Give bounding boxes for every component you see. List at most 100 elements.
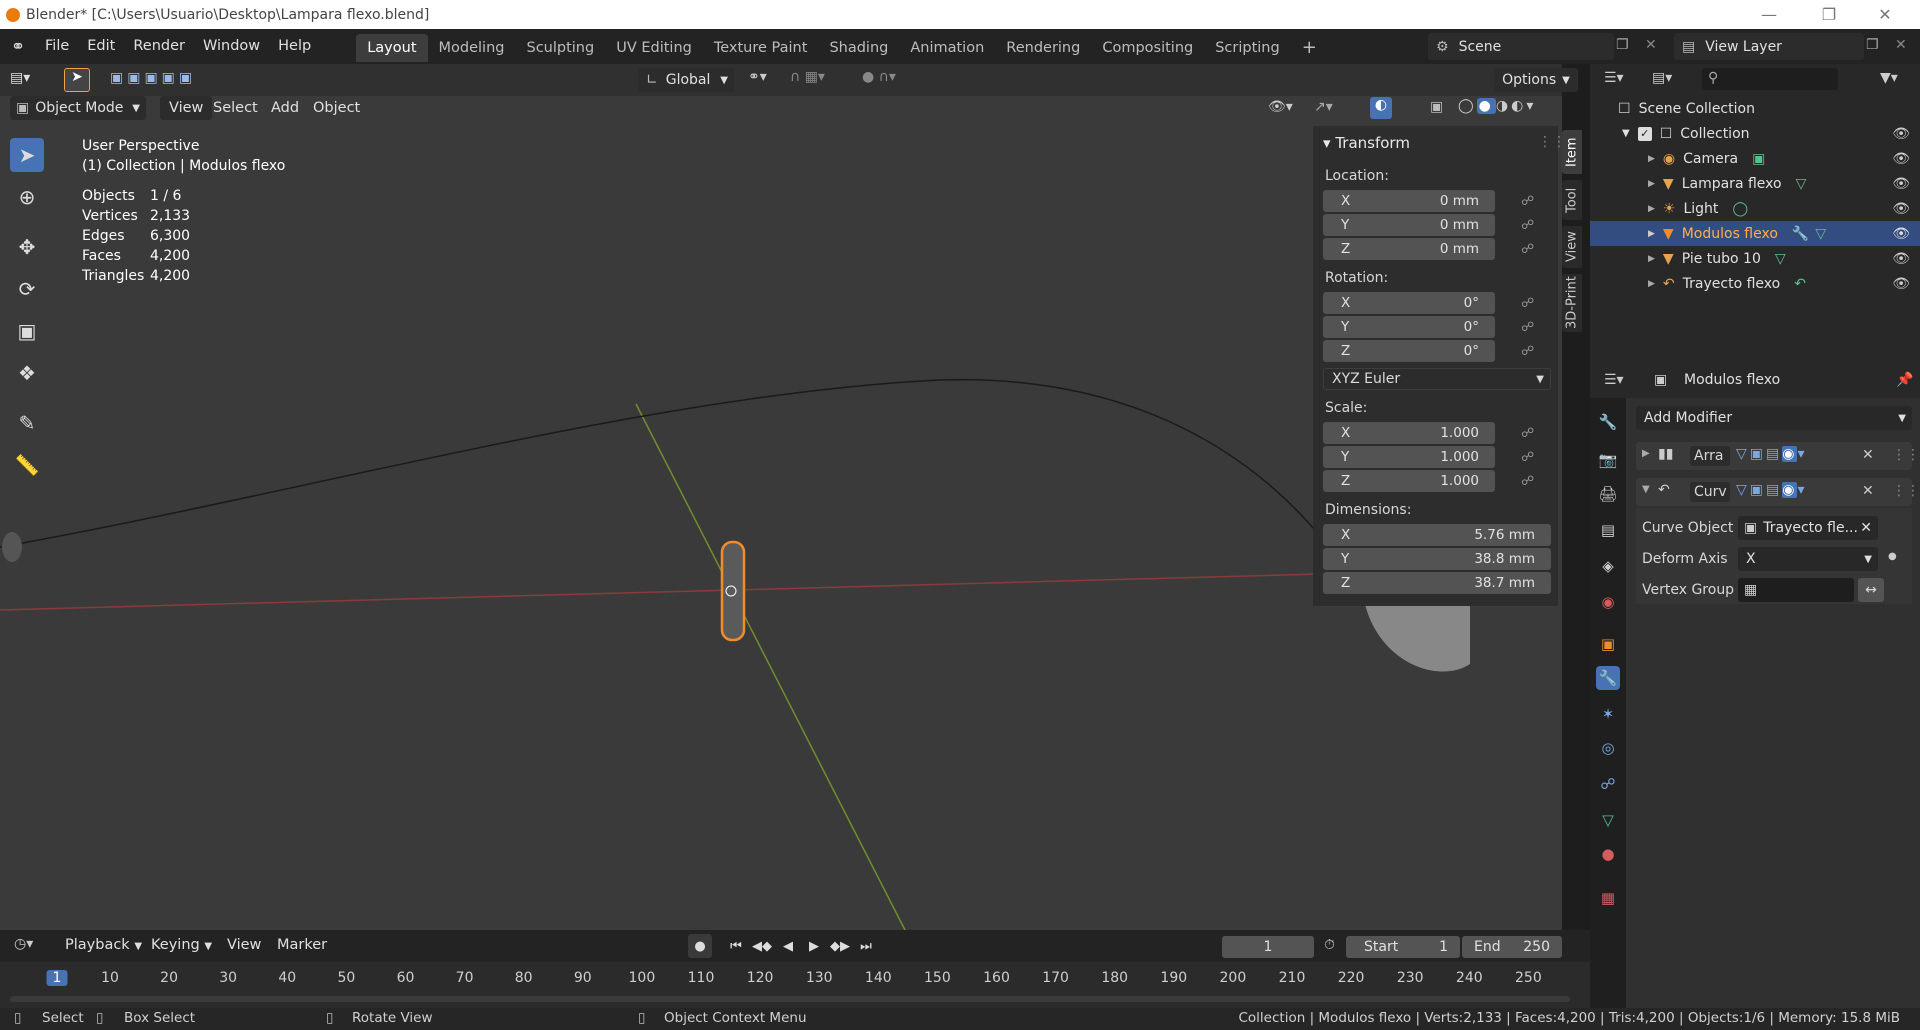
tab-item[interactable]: Item [1562,130,1582,174]
close-window-button[interactable]: ✕ [1862,0,1908,29]
play-reverse-icon[interactable]: ◀ [776,934,800,958]
filter-icon[interactable]: ▼▾ [1880,70,1898,86]
checkbox-icon[interactable]: ✓ [1637,126,1652,141]
select-tool-icon[interactable]: ➤ [64,68,90,92]
physics-properties-icon[interactable]: ◎ [1596,736,1620,760]
location-y-field[interactable]: Y 0 mm [1323,214,1495,236]
overlays-icon[interactable]: ◐ [1370,97,1392,119]
outliner-search-input[interactable]: ⚲ [1702,68,1838,90]
dimensions-x-field[interactable]: X 5.76 mm [1323,524,1551,546]
modifier-toggle-icons[interactable]: ▽▣▤◉▾ [1736,482,1807,498]
scale-y-field[interactable]: Y 1.000 [1323,446,1495,468]
jump-start-icon[interactable]: ⏮ [724,934,748,958]
properties-editor-icon[interactable]: ☰▾ [1604,372,1624,388]
view-layer-selector[interactable]: ▤ View Layer [1674,33,1864,60]
pivot-point-icon[interactable]: ⚭▾ [748,69,767,85]
stopwatch-icon[interactable]: ⏱ [1324,937,1335,953]
annotate-tool-icon[interactable]: ✎ [10,406,44,440]
eye-icon[interactable]: 👁 [1892,126,1910,142]
end-frame-field[interactable]: End 250 [1462,936,1562,958]
object-data-properties-icon[interactable]: ▽ [1596,808,1620,832]
eye-icon[interactable]: 👁 [1892,226,1910,242]
mode-dropdown[interactable]: ▣ Object Mode ▼ [10,96,146,120]
eye-icon[interactable]: 👁 [1892,276,1910,292]
texture-properties-icon[interactable]: ▦ [1596,886,1620,910]
menu-file[interactable]: File [36,29,78,64]
lock-icon[interactable]: ☍ [1521,242,1539,257]
expand-arrow-icon[interactable]: ▶ [1648,254,1655,264]
cursor-tool-icon[interactable]: ⊕ [10,180,44,214]
tab-tool[interactable]: Tool [1562,180,1582,220]
location-x-field[interactable]: X 0 mm [1323,190,1495,212]
menu-render[interactable]: Render [124,29,194,64]
expand-arrow-icon[interactable]: ▶ [1648,179,1655,189]
outliner-row-scene-collection[interactable]: ☐ Scene Collection [1590,96,1920,121]
new-scene-icon[interactable]: ❐ [1616,37,1629,53]
tab-layout[interactable]: Layout [356,33,428,62]
start-frame-field[interactable]: Start 1 [1346,936,1460,958]
timeline-menu-marker[interactable]: Marker [268,932,336,958]
remove-modifier-icon[interactable]: ✕ [1862,447,1874,463]
menu-window[interactable]: Window [194,29,269,64]
frame-ruler[interactable]: 1 10 20 30 40 50 60 70 80 90 100 110 120 130 140 150 160… [0,962,1590,1008]
object-properties-icon[interactable]: ▣ [1596,632,1620,656]
curve-object-field[interactable]: ▣ Trayecto fle... ✕ [1738,516,1878,540]
viewport-menu-select[interactable]: Select [204,96,267,120]
lock-icon[interactable]: ☍ [1521,344,1539,359]
expand-arrow-icon[interactable]: ▶ [1648,229,1655,239]
xray-icon[interactable]: ▣ [1430,99,1443,115]
timeline-scrollbar[interactable] [10,996,1570,1002]
clear-icon[interactable]: ✕ [1860,520,1872,536]
eye-icon[interactable]: 👁 [1892,251,1910,267]
eye-icon[interactable]: 👁 [1892,201,1910,217]
outliner-row-camera[interactable]: ▶ ◉ Camera ▣ 👁 [1590,146,1920,171]
scene-selector[interactable]: ⚙ Scene [1428,33,1614,60]
modifier-name-field[interactable]: Curv [1690,482,1730,502]
tab-uv-editing[interactable]: UV Editing [605,34,703,62]
outliner-row-lampara-flexo[interactable]: ▶ ▼ Lampara flexo ▽ 👁 [1590,171,1920,196]
shading-mode-icons[interactable]: ◯ ● ◑◐▾ [1458,98,1536,114]
tab-shading[interactable]: Shading [818,34,899,62]
transform-panel-header[interactable]: ▾ Transform [1323,134,1410,152]
tab-rendering[interactable]: Rendering [995,34,1091,62]
expand-arrow-icon[interactable]: ▶ [1648,279,1655,289]
view-layer-properties-icon[interactable]: ▤ [1596,518,1620,542]
lock-icon[interactable]: ☍ [1521,218,1539,233]
restore-button[interactable]: ❐ [1806,0,1852,29]
select-box-tool-icon[interactable]: ➤ [10,138,44,172]
modifier-properties-icon[interactable]: 🔧 [1596,666,1620,690]
tab-modeling[interactable]: Modeling [428,34,516,62]
deform-axis-dropdown[interactable]: X ▼ [1738,547,1878,571]
location-z-field[interactable]: Z 0 mm [1323,238,1495,260]
outliner-row-collection[interactable]: ▼ ✓ ☐ Collection 👁 [1590,121,1920,146]
render-properties-icon[interactable]: 📷 [1596,448,1620,472]
constraints-properties-icon[interactable]: ☍ [1596,772,1620,796]
output-properties-icon[interactable]: 🖨 [1596,482,1620,506]
material-properties-icon[interactable]: ● [1596,842,1620,866]
blender-menu-icon[interactable]: ⚭ [0,37,36,57]
lock-icon[interactable]: ☍ [1521,426,1539,441]
tab-3d-print[interactable]: 3D-Print [1562,274,1582,332]
lock-icon[interactable]: ☍ [1521,194,1539,209]
expand-arrow-icon[interactable]: ▶ [1648,204,1655,214]
eye-icon[interactable]: 👁 [1892,176,1910,192]
add-modifier-dropdown[interactable]: Add Modifier ▼ [1636,406,1912,430]
outliner-row-modulos-flexo[interactable]: ▶ ▼ Modulos flexo 🔧 ▽ 👁 [1590,221,1920,246]
invert-vertex-group-icon[interactable]: ↔ [1858,578,1884,602]
snap-icon[interactable]: ∩ ▦▾ [790,69,825,85]
pin-icon[interactable]: 📌 [1896,372,1913,388]
measure-tool-icon[interactable]: 📏 [10,448,44,482]
visibility-icon[interactable]: 👁▾ [1268,99,1293,115]
current-frame-marker[interactable]: 1 [46,970,68,986]
timeline-menu-playback[interactable]: Playback ▼ [56,932,151,960]
outliner-editor-icon[interactable]: ☰▾ [1604,70,1624,86]
tab-compositing[interactable]: Compositing [1091,34,1204,62]
options-dropdown[interactable]: Options ▼ [1494,68,1578,92]
editor-type-icon[interactable]: ▤▾ [10,70,30,86]
transform-tool-icon[interactable]: ❖ [10,356,44,390]
add-workspace-icon[interactable]: + [1291,34,1328,62]
rotation-z-field[interactable]: Z 0° [1323,340,1495,362]
delete-scene-icon[interactable]: ✕ [1645,37,1657,53]
keyframe-dot-icon[interactable]: ● [1888,551,1897,562]
world-properties-icon[interactable]: ◉ [1596,590,1620,614]
